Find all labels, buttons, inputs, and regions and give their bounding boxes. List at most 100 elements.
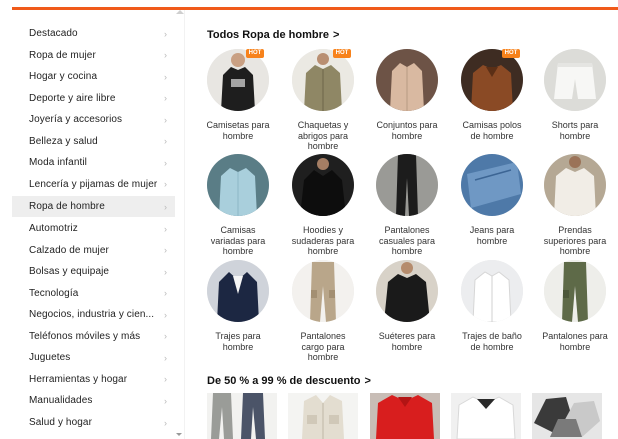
chevron-right-icon: › bbox=[164, 28, 167, 39]
sidebar-item-label: Joyería y accesorios bbox=[29, 114, 123, 125]
category-label: Suéteres para hombre bbox=[378, 331, 436, 352]
chevron-right-icon: › bbox=[164, 374, 167, 384]
category-tile[interactable]: Shorts para hombre bbox=[540, 49, 610, 141]
category-label: Prendas superiores para hombre bbox=[543, 225, 607, 256]
sidebar-item-negocios[interactable]: Negocios, industria y cien... › bbox=[12, 304, 175, 325]
category-tile[interactable]: HOT Chaquetas y abrigos para hombre bbox=[288, 49, 358, 152]
panel-divider bbox=[184, 10, 185, 439]
category-label: Shorts para hombre bbox=[551, 120, 599, 141]
sidebar-item-joyeria[interactable]: Joyería y accesorios › bbox=[12, 109, 175, 130]
chevron-right-icon: > bbox=[364, 375, 371, 387]
sidebar-item-belleza[interactable]: Belleza y salud › bbox=[12, 131, 175, 152]
deal-item[interactable] bbox=[288, 393, 358, 439]
category-tile[interactable]: Prendas superiores para hombre bbox=[540, 154, 610, 257]
category-tile[interactable]: Suéteres para hombre bbox=[372, 260, 442, 352]
category-tile[interactable]: Hoodies y sudaderas para hombre bbox=[288, 154, 358, 257]
polo-thumbnail bbox=[461, 49, 523, 111]
sidebar-item-label: Salud y hogar bbox=[29, 417, 93, 428]
category-tile[interactable]: Trajes de baño de hombre bbox=[457, 260, 527, 352]
category-tile[interactable]: Camisas variadas para hombre bbox=[203, 154, 273, 257]
deal-shirt-set-image bbox=[532, 393, 602, 439]
set-thumbnail bbox=[376, 49, 438, 111]
deal-item[interactable] bbox=[207, 393, 277, 439]
scroll-down-caret-icon[interactable] bbox=[176, 433, 182, 436]
section-title[interactable]: Todos Ropa de hombre > bbox=[207, 29, 339, 41]
sidebar-item-ropa-de-mujer[interactable]: Ropa de mujer › bbox=[12, 45, 175, 66]
sidebar-item-label: Hogar y cocina bbox=[29, 71, 98, 82]
shorts-thumbnail bbox=[544, 49, 606, 111]
sidebar-item-ropa-de-hombre[interactable]: Ropa de hombre › bbox=[12, 196, 175, 217]
sidebar-item-label: Destacado bbox=[29, 28, 78, 39]
deals-title[interactable]: De 50 % a 99 % de descuento > bbox=[207, 375, 371, 387]
category-label: Pantalones casuales para hombre bbox=[378, 225, 436, 256]
cargo-pants-thumbnail bbox=[292, 260, 354, 322]
sidebar-item-telefonos[interactable]: Teléfonos móviles y más › bbox=[12, 326, 175, 347]
sweater-thumbnail bbox=[376, 260, 438, 322]
deal-item[interactable] bbox=[370, 393, 440, 439]
sidebar-item-salud[interactable]: Salud y hogar › bbox=[12, 412, 175, 433]
deal-white-shirt-image bbox=[451, 393, 521, 439]
category-label: Jeans para hombre bbox=[469, 225, 515, 246]
shirt-thumbnail bbox=[207, 154, 269, 216]
sidebar-item-label: Bolsas y equipaje bbox=[29, 266, 110, 277]
sidebar-item-herramientas[interactable]: Herramientas y hogar › bbox=[12, 369, 175, 390]
category-tile[interactable]: Conjuntos para hombre bbox=[372, 49, 442, 141]
swimwear-thumbnail bbox=[461, 260, 523, 322]
deal-item[interactable] bbox=[451, 393, 521, 439]
sidebar-item-automotriz[interactable]: Automotriz › bbox=[12, 218, 175, 239]
sidebar-item-moda-infantil[interactable]: Moda infantil › bbox=[12, 152, 175, 173]
sidebar-item-label: Lencería y pijamas de mujer bbox=[29, 178, 158, 190]
category-tile[interactable]: HOT Camisetas para hombre bbox=[203, 49, 273, 141]
active-menu-underline bbox=[12, 7, 618, 10]
category-tile[interactable]: Jeans para hombre bbox=[457, 154, 527, 246]
sidebar-item-lenceria[interactable]: Lencería y pijamas de mujer › bbox=[12, 174, 175, 195]
section-title-text: Todos Ropa de hombre bbox=[207, 29, 330, 41]
sidebar-item-label: Juguetes bbox=[29, 352, 71, 363]
chevron-right-icon: › bbox=[164, 417, 167, 428]
category-tile[interactable]: HOT Camisas polos de hombre bbox=[457, 49, 527, 141]
jacket-thumbnail bbox=[292, 49, 354, 111]
top-bar bbox=[0, 0, 618, 5]
sidebar-item-label: Teléfonos móviles y más bbox=[29, 330, 141, 342]
category-tile[interactable]: Pantalones casuales para hombre bbox=[372, 154, 442, 257]
hot-badge: HOT bbox=[502, 49, 520, 58]
category-label: Hoodies y sudaderas para hombre bbox=[291, 225, 355, 256]
sidebar-item-label: Herramientas y hogar bbox=[29, 373, 128, 385]
chevron-right-icon: › bbox=[164, 114, 167, 125]
chevron-right-icon: › bbox=[164, 136, 167, 146]
deals-title-text: De 50 % a 99 % de descuento bbox=[207, 375, 361, 387]
category-tile[interactable]: Pantalones cargo para hombre bbox=[288, 260, 358, 363]
sidebar-item-destacado[interactable]: Destacado › bbox=[12, 23, 175, 44]
category-tile[interactable]: Trajes para hombre bbox=[203, 260, 273, 352]
deal-red-shirt-image bbox=[370, 393, 440, 439]
chevron-right-icon: › bbox=[164, 179, 167, 189]
sidebar-item-calzado-de-mujer[interactable]: Calzado de mujer › bbox=[12, 240, 175, 261]
sidebar-item-bolsas[interactable]: Bolsas y equipaje › bbox=[12, 261, 175, 282]
sidebar-item-hogar-y-cocina[interactable]: Hogar y cocina › bbox=[12, 66, 175, 87]
suit-thumbnail bbox=[207, 260, 269, 322]
chevron-right-icon: › bbox=[164, 93, 167, 103]
pants-thumbnail bbox=[544, 260, 606, 322]
chevron-right-icon: > bbox=[333, 29, 340, 41]
category-label: Trajes de baño de hombre bbox=[462, 331, 522, 352]
sidebar-item-tecnologia[interactable]: Tecnología › bbox=[12, 283, 175, 304]
category-label: Chaquetas y abrigos para hombre bbox=[297, 120, 349, 151]
sidebar-item-juguetes[interactable]: Juguetes › bbox=[12, 347, 175, 368]
category-label: Trajes para hombre bbox=[215, 331, 261, 352]
hot-badge: HOT bbox=[333, 49, 351, 58]
chevron-right-icon: › bbox=[164, 245, 167, 255]
deal-item[interactable] bbox=[532, 393, 602, 439]
category-label: Conjuntos para hombre bbox=[376, 120, 438, 141]
chevron-right-icon: › bbox=[164, 71, 167, 82]
sidebar-item-label: Tecnología bbox=[29, 287, 79, 299]
category-label: Camisetas para hombre bbox=[206, 120, 270, 141]
deal-pants-image bbox=[207, 393, 277, 439]
category-tile[interactable]: Pantalones para hombre bbox=[540, 260, 610, 352]
chevron-right-icon: › bbox=[164, 50, 167, 60]
sidebar-item-manualidades[interactable]: Manualidades › bbox=[12, 390, 175, 411]
category-label: Pantalones cargo para hombre bbox=[300, 331, 346, 362]
chevron-right-icon: › bbox=[164, 288, 167, 298]
scroll-up-caret-icon[interactable] bbox=[176, 10, 184, 14]
chevron-right-icon: › bbox=[164, 395, 167, 406]
sidebar-item-deporte[interactable]: Deporte y aire libre › bbox=[12, 88, 175, 109]
